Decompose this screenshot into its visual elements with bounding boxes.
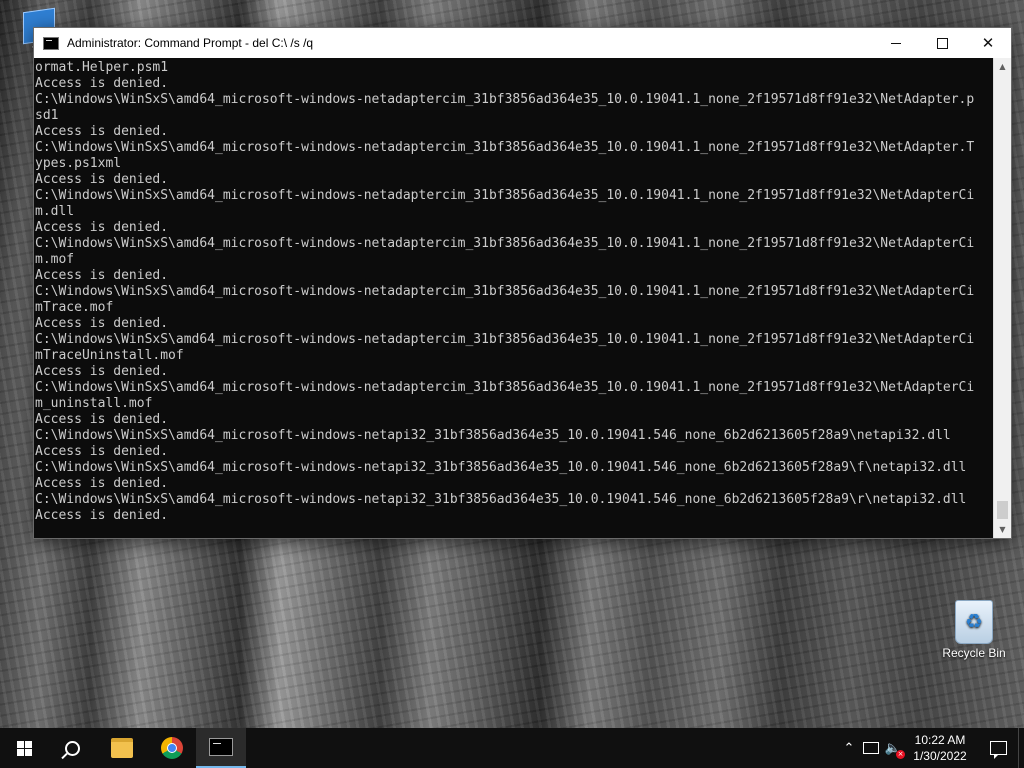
taskbar: ⌃ 🔈 × 10:22 AM 1/30/2022	[0, 728, 1024, 768]
volume-button[interactable]: 🔈 ×	[882, 728, 906, 768]
recycle-bin-label: Recycle Bin	[942, 646, 1006, 660]
console-line: Access is denied.	[35, 444, 169, 459]
scroll-down-button[interactable]: ▼	[994, 521, 1011, 538]
maximize-button[interactable]	[919, 28, 965, 58]
console-line: C:\Windows\WinSxS\amd64_microsoft-window…	[35, 380, 975, 395]
console-line: C:\Windows\WinSxS\amd64_microsoft-window…	[35, 492, 967, 507]
close-icon: ✕	[981, 33, 995, 52]
search-icon	[64, 740, 80, 756]
console-line: Access is denied.	[35, 76, 169, 91]
window-controls: ✕	[873, 28, 1011, 58]
command-prompt-taskbar-button[interactable]	[196, 728, 246, 768]
windows-start-icon	[16, 740, 32, 756]
console-line: Access is denied.	[35, 476, 169, 491]
console-line: C:\Windows\WinSxS\amd64_microsoft-window…	[35, 428, 951, 443]
clock-date: 1/30/2022	[913, 749, 967, 763]
maximize-icon	[936, 37, 948, 49]
console-line: C:\Windows\WinSxS\amd64_microsoft-window…	[35, 332, 975, 347]
cmd-icon[interactable]	[43, 36, 59, 50]
console-line: C:\Windows\WinSxS\amd64_microsoft-window…	[35, 140, 975, 155]
console-line: C:\Windows\WinSxS\amd64_microsoft-window…	[35, 188, 975, 203]
action-center-icon	[989, 741, 1007, 759]
console-line: C:\Windows\WinSxS\amd64_microsoft-window…	[35, 284, 975, 299]
command-prompt-window[interactable]: Administrator: Command Prompt - del C:\ …	[33, 27, 1012, 539]
console-line: Access is denied.	[35, 172, 169, 187]
console-line: mTraceUninstall.mof	[35, 348, 184, 363]
console-line: Access is denied.	[35, 412, 169, 427]
system-tray: ⌃ 🔈 × 10:22 AM 1/30/2022	[838, 728, 1024, 768]
arrow-down-icon: ▼	[999, 525, 1006, 534]
start-button[interactable]	[0, 728, 48, 768]
console-line: C:\Windows\WinSxS\amd64_microsoft-window…	[35, 92, 975, 107]
network-button[interactable]	[860, 728, 882, 768]
file-explorer-button[interactable]	[98, 728, 146, 768]
recycle-bin[interactable]: Recycle Bin	[939, 600, 1009, 660]
minimize-icon	[891, 42, 901, 44]
search-button[interactable]	[48, 728, 96, 768]
console-line: ypes.ps1xml	[35, 156, 122, 171]
console-line: Access is denied.	[35, 268, 169, 283]
minimize-button[interactable]	[873, 28, 919, 58]
console-line: mTrace.mof	[35, 300, 114, 315]
file-explorer-icon	[111, 738, 133, 758]
show-hidden-icons-button[interactable]: ⌃	[838, 728, 860, 768]
window-title: Administrator: Command Prompt - del C:\ …	[67, 36, 314, 50]
console-line: Access is denied.	[35, 508, 169, 523]
console-line: Access is denied.	[35, 364, 169, 379]
action-center-button[interactable]	[978, 728, 1018, 768]
console-line: Access is denied.	[35, 124, 169, 139]
console-output[interactable]: ormat.Helper.psm1 Access is denied. C:\Win…	[34, 58, 994, 538]
show-desktop-button[interactable]	[1018, 728, 1024, 768]
console-line: sd1	[35, 108, 59, 123]
close-button[interactable]: ✕	[965, 28, 1011, 58]
console-line: Access is denied.	[35, 316, 169, 331]
volume-muted-icon: 🔈 ×	[884, 740, 906, 759]
scroll-up-button[interactable]: ▲	[994, 58, 1011, 75]
command-prompt-icon	[209, 738, 233, 756]
clock[interactable]: 10:22 AM 1/30/2022	[908, 732, 972, 764]
recycle-bin-icon	[955, 600, 993, 644]
console-area[interactable]: ormat.Helper.psm1 Access is denied. C:\Win…	[34, 58, 1011, 538]
console-line: m.dll	[35, 204, 75, 219]
console-line: C:\Windows\WinSxS\amd64_microsoft-window…	[35, 236, 975, 251]
chrome-button[interactable]	[148, 728, 196, 768]
console-line: C:\Windows\WinSxS\amd64_microsoft-window…	[35, 460, 967, 475]
scroll-thumb[interactable]	[997, 501, 1008, 519]
clock-time: 10:22 AM	[914, 733, 966, 747]
network-icon	[863, 742, 879, 754]
title-bar[interactable]: Administrator: Command Prompt - del C:\ …	[34, 28, 1011, 58]
console-line: Access is denied.	[35, 220, 169, 235]
chrome-icon	[161, 737, 183, 759]
vertical-scrollbar[interactable]: ▲ ▼	[993, 58, 1011, 538]
console-line: ormat.Helper.psm1	[35, 60, 169, 75]
chevron-up-icon: ⌃	[843, 740, 855, 756]
console-line: m.mof	[35, 252, 75, 267]
arrow-up-icon: ▲	[999, 62, 1006, 71]
console-line: m_uninstall.mof	[35, 396, 153, 411]
